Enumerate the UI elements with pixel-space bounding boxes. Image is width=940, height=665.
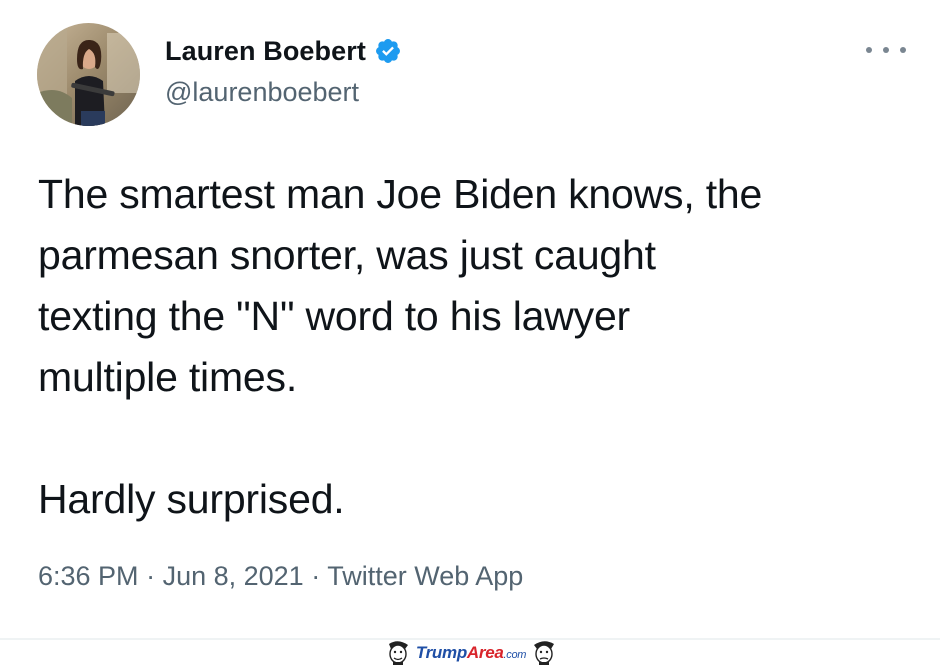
tweet-card[interactable]: Lauren Boebert @laurenboebert The smarte…: [0, 0, 940, 640]
watermark-text: TrumpArea.com: [415, 642, 527, 663]
tweet-date[interactable]: Jun 8, 2021: [163, 561, 304, 591]
author-display-name[interactable]: Lauren Boebert: [165, 36, 366, 67]
more-dot: [866, 47, 872, 53]
more-dot: [900, 47, 906, 53]
watermark-brand-2: Area: [466, 642, 504, 662]
meta-separator: ·: [146, 561, 163, 591]
meta-separator: ·: [311, 561, 328, 591]
cartoon-face-icon: [534, 641, 555, 665]
more-options-icon[interactable]: [866, 36, 906, 64]
author-avatar[interactable]: [37, 23, 140, 126]
cartoon-face-icon: [388, 641, 408, 665]
page: Lauren Boebert @laurenboebert The smarte…: [0, 0, 940, 665]
tweet-time[interactable]: 6:36 PM: [38, 561, 139, 591]
tweet-metadata: 6:36 PM · Jun 8, 2021 · Twitter Web App: [38, 561, 523, 592]
watermark-suffix: .com: [503, 648, 527, 661]
author-handle[interactable]: @laurenboebert: [165, 77, 359, 108]
watermark-logo: TrumpArea.com: [360, 640, 582, 665]
profile-photo-icon: [37, 23, 140, 126]
tweet-source[interactable]: Twitter Web App: [327, 561, 523, 591]
tweet-text: The smartest man Joe Biden knows, the pa…: [38, 171, 763, 522]
watermark-brand-1: Trump: [415, 642, 467, 662]
more-dot: [883, 47, 889, 53]
author-name-row: Lauren Boebert: [165, 33, 402, 69]
verified-badge-icon: [374, 37, 402, 65]
